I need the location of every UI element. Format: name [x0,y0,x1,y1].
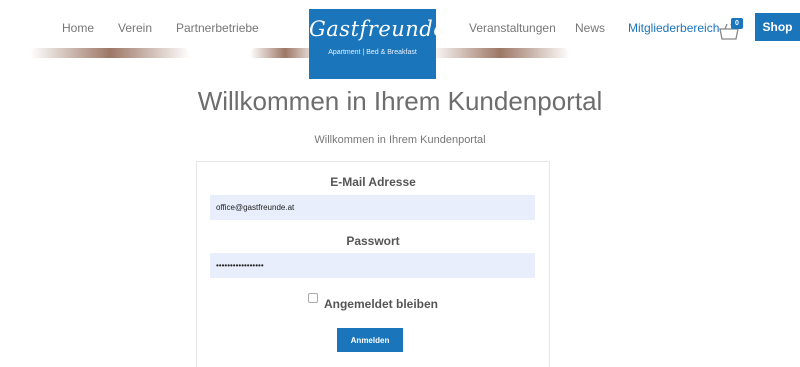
email-field[interactable] [210,195,535,220]
page-subtitle: Willkommen in Ihrem Kundenportal [314,134,486,146]
hero-image-fragment [30,48,190,58]
remember-me-label: Angemeldet bleiben [323,297,439,311]
email-label: E-Mail Adresse [330,175,416,189]
login-form: E-Mail Adresse Passwort Angemeldet bleib… [196,161,550,367]
nav-home[interactable]: Home [62,21,94,35]
shop-button[interactable]: Shop [755,13,800,41]
hero-image-fragment [430,48,570,58]
logo-tagline: Apartment | Bed & Breakfast [328,49,417,56]
cart-count-badge: 0 [731,18,743,29]
login-button[interactable]: Anmelden [337,328,403,352]
remember-me-row: Angemeldet bleiben [197,293,549,311]
page-title: Willkommen in Ihrem Kundenportal [197,86,603,116]
cart-button[interactable]: 0 [718,18,743,43]
nav-news[interactable]: News [575,21,605,35]
nav-partnerbetriebe[interactable]: Partnerbetriebe [176,21,259,35]
remember-me-checkbox[interactable] [307,293,318,303]
nav-veranstaltungen[interactable]: Veranstaltungen [469,21,556,35]
site-logo[interactable]: Gastfreunde Apartment | Bed & Breakfast [309,9,447,79]
nav-mitgliederbereich[interactable]: Mitgliederbereich [628,21,719,35]
site-header: Home Verein Partnerbetriebe Gastfreunde … [0,0,800,79]
password-field[interactable] [210,253,535,278]
nav-verein[interactable]: Verein [118,21,152,35]
password-label: Passwort [346,234,400,248]
logo-brand: Gastfreunde [309,17,447,41]
